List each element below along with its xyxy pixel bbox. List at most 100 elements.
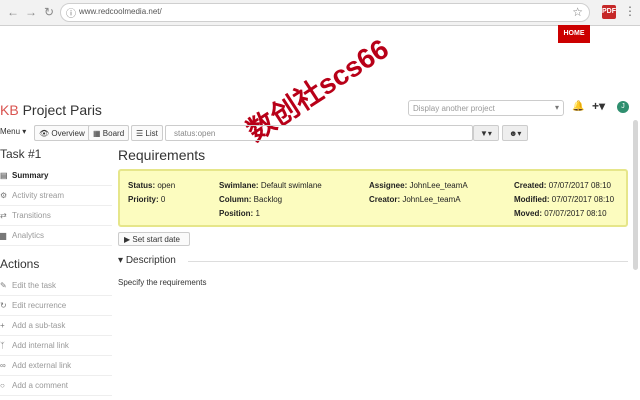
- filter-funnel-button[interactable]: ▼▾: [473, 125, 499, 141]
- menu-dropdown[interactable]: Menu ▾: [0, 127, 26, 136]
- field-value: Backlog: [253, 195, 283, 204]
- sidebar-item-label: Add a sub-task: [12, 321, 66, 330]
- task-details-panel: Status: open Priority: 0 Swimlane: Defau…: [118, 169, 628, 227]
- page-title: KB Project Paris: [0, 102, 102, 118]
- field-label: Position:: [219, 209, 254, 218]
- project-select-placeholder: Display another project: [413, 104, 495, 113]
- sidebar-item-label: Add a comment: [12, 381, 69, 390]
- field-value: JohnLee_teamA: [409, 181, 468, 190]
- sidebar-item-add-subtask[interactable]: + Add a sub-task: [0, 316, 112, 336]
- field-value: Default swimlane: [260, 181, 322, 190]
- overview-button[interactable]: 👁 Overview: [34, 125, 90, 141]
- plus-icon: +: [0, 321, 5, 330]
- project-name: Project Paris: [22, 102, 102, 118]
- description-text: Specify the requirements: [118, 278, 207, 287]
- board-grid-icon: ▦: [93, 129, 101, 138]
- sidebar-item-activity[interactable]: ⚙ Activity stream: [0, 186, 112, 206]
- moved-field: Moved: 07/07/2017 08:10: [514, 209, 607, 218]
- list-icon: ☰: [136, 129, 144, 138]
- link-icon: ∞: [0, 361, 6, 370]
- sidebar-item-label: Edit the task: [12, 281, 57, 290]
- field-label: Status:: [128, 181, 156, 190]
- field-value: 07/07/2017 08:10: [551, 195, 615, 204]
- divider: [188, 261, 628, 262]
- sidebar-item-label: Analytics: [12, 231, 45, 240]
- field-value: JohnLee_teamA: [402, 195, 461, 204]
- field-value: 0: [160, 195, 166, 204]
- overview-label: Overview: [51, 129, 85, 138]
- project-select[interactable]: Display another project ▾: [408, 100, 564, 116]
- field-value: 07/07/2017 08:10: [548, 181, 611, 190]
- info-icon[interactable]: ⓘ: [66, 5, 76, 20]
- comment-icon: ○: [0, 381, 5, 390]
- sidebar-item-add-external-link[interactable]: ∞ Add external link: [0, 356, 112, 376]
- field-value: open: [157, 181, 176, 190]
- sidebar-item-edit-task[interactable]: ✎ Edit the task: [0, 276, 112, 296]
- description-heading: Description: [125, 255, 176, 266]
- summary-icon: ▤: [0, 171, 8, 180]
- field-label: Modified:: [514, 195, 550, 204]
- task-title: Requirements: [118, 147, 206, 163]
- browser-menu-icon[interactable]: ⋮: [624, 4, 636, 18]
- sidebar-item-label: Transitions: [12, 211, 51, 220]
- sidebar-item-add-internal-link[interactable]: ᛉ Add internal link: [0, 336, 112, 356]
- field-value: 07/07/2017 08:10: [544, 209, 607, 218]
- field-value: 1: [255, 209, 260, 218]
- set-start-date-button[interactable]: ▶ Set start date: [118, 232, 190, 246]
- list-button[interactable]: ☰ List: [131, 125, 163, 141]
- arrows-icon: ⇄: [0, 211, 7, 220]
- pdf-extension-icon[interactable]: PDF: [602, 5, 616, 19]
- sidebar-item-label: Summary: [12, 171, 49, 180]
- swimlane-field: Swimlane: Default swimlane: [219, 181, 322, 190]
- play-icon: ▶: [124, 235, 131, 244]
- list-label: List: [145, 129, 158, 138]
- filter-input[interactable]: status:open: [165, 125, 473, 141]
- sidebar-item-analytics[interactable]: ▆ Analytics: [0, 226, 112, 246]
- bar-chart-icon: ▆: [0, 231, 7, 240]
- notification-bell-icon[interactable]: 🔔: [572, 101, 584, 112]
- plus-menu-icon[interactable]: +▾: [592, 99, 605, 113]
- column-field: Column: Backlog: [219, 195, 282, 204]
- home-button[interactable]: HOME: [558, 25, 590, 43]
- refresh-icon: ↻: [0, 301, 7, 310]
- avatar[interactable]: J: [617, 101, 629, 113]
- status-field: Status: open: [128, 181, 175, 190]
- menu-label: Menu: [0, 127, 21, 136]
- sidebar-item-add-comment[interactable]: ○ Add a comment: [0, 376, 112, 396]
- sidebar-item-edit-recurrence[interactable]: ↻ Edit recurrence: [0, 296, 112, 316]
- task-heading: Task #1: [0, 147, 42, 161]
- board-label: Board: [102, 129, 125, 138]
- chevron-down-icon: ▾: [554, 103, 559, 112]
- actions-heading: Actions: [0, 257, 40, 271]
- kb-logo[interactable]: KB: [0, 102, 19, 118]
- project-toolbar: Menu ▾ 👁 Overview ▦ Board ☰ List status:…: [0, 125, 640, 141]
- page-scrollbar[interactable]: [633, 120, 638, 270]
- priority-field: Priority: 0: [128, 195, 165, 204]
- description-toggle[interactable]: ▾ Description: [118, 255, 176, 266]
- board-button[interactable]: ▦ Board: [88, 125, 130, 141]
- browser-toolbar: ← → ↻ ⓘ www.redcoolmedia.net/ ☆ PDF ⋮: [0, 0, 640, 26]
- edit-icon: ✎: [0, 281, 7, 290]
- sidebar-item-label: Edit recurrence: [12, 301, 67, 310]
- eye-icon: 👁: [39, 129, 50, 138]
- users-filter-button[interactable]: ☻▾: [502, 125, 529, 141]
- modified-field: Modified: 07/07/2017 08:10: [514, 195, 614, 204]
- sidebar-item-transitions[interactable]: ⇄ Transitions: [0, 206, 112, 226]
- field-label: Assignee:: [369, 181, 408, 190]
- sidebar-item-label: Add internal link: [12, 341, 69, 350]
- bookmark-star-icon[interactable]: ☆: [572, 5, 583, 19]
- forward-arrow-icon[interactable]: →: [24, 5, 38, 19]
- sidebar-item-summary[interactable]: ▤ Summary: [0, 166, 112, 186]
- set-start-date-label: Set start date: [132, 235, 180, 244]
- position-field: Position: 1: [219, 209, 260, 218]
- sidebar-item-label: Add external link: [12, 361, 72, 370]
- field-label: Priority:: [128, 195, 159, 204]
- field-label: Column:: [219, 195, 252, 204]
- url-text: www.redcoolmedia.net/: [79, 7, 162, 16]
- back-arrow-icon[interactable]: ←: [6, 5, 20, 19]
- address-bar[interactable]: ⓘ www.redcoolmedia.net/ ☆: [60, 3, 590, 22]
- field-label: Swimlane:: [219, 181, 259, 190]
- code-fork-icon: ᛉ: [0, 341, 5, 350]
- sidebar-item-label: Activity stream: [12, 191, 65, 200]
- reload-icon[interactable]: ↻: [42, 5, 56, 19]
